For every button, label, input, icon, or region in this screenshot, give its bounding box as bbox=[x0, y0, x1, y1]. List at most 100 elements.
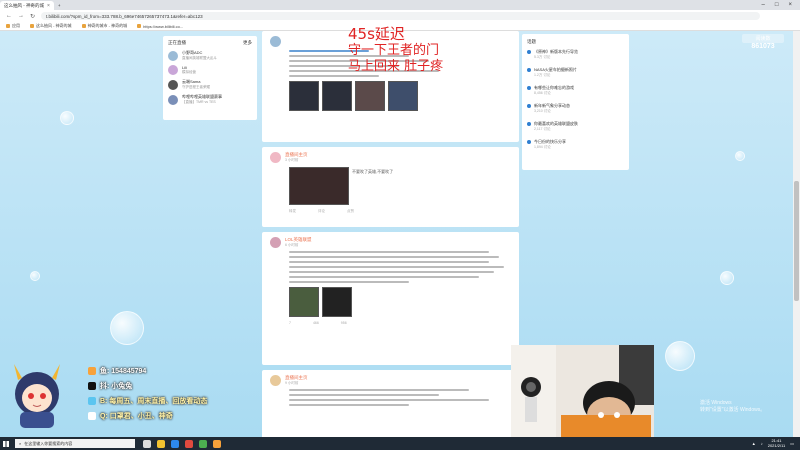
windows-icon bbox=[3, 440, 9, 447]
decor-bubble bbox=[110, 311, 144, 345]
topic-icon bbox=[527, 140, 531, 144]
bookmark-icon bbox=[81, 24, 86, 28]
info-row-qq: Q: 口罩君、小丑、神奇 bbox=[88, 411, 207, 421]
edge-icon[interactable] bbox=[171, 439, 179, 448]
topic-icon bbox=[527, 86, 531, 90]
page-scrollbar[interactable] bbox=[793, 31, 800, 437]
search-icon: ⌕ bbox=[19, 441, 22, 446]
bookmark-icon bbox=[137, 24, 142, 28]
topic-item[interactable]: 新年新气象分享动态 3,210 讨论 bbox=[527, 103, 624, 114]
more-link[interactable]: 更多 bbox=[243, 40, 252, 46]
topic-icon bbox=[527, 104, 531, 108]
post-image[interactable] bbox=[388, 81, 418, 111]
forward-icon[interactable]: → bbox=[18, 13, 24, 19]
douyu-icon bbox=[88, 367, 96, 375]
post-image[interactable] bbox=[322, 81, 352, 111]
task-view-icon[interactable] bbox=[143, 439, 151, 448]
card-title: 正在直播 bbox=[168, 40, 186, 45]
post-image[interactable] bbox=[322, 287, 352, 317]
app-icon[interactable] bbox=[185, 439, 193, 448]
live-item[interactable]: 云端Sama 守护进程王者荣耀 bbox=[168, 79, 252, 90]
live-item[interactable]: 小野哥ADC 直播间英雄联盟大乱斗 bbox=[168, 50, 252, 61]
bookmark-3[interactable]: https://www.bilibili.co... bbox=[137, 24, 183, 29]
tab-title: 这么抽风 - 神奇的城 bbox=[4, 2, 44, 8]
taskbar: ⌕ 在这里输入你要搜索的内容 ▲ ♪ 21:41 2021/2/11 ▭ bbox=[0, 437, 800, 450]
topic-icon bbox=[527, 68, 531, 72]
address-text: t.bilibili.com/?spm_id_from=333.788.b_69… bbox=[46, 13, 203, 19]
feed-post: LOL英雄联盟 6 小时前 7 466 956 bbox=[262, 232, 519, 365]
avatar bbox=[168, 79, 178, 90]
card-title: 话题 bbox=[527, 39, 536, 44]
close-icon[interactable]: × bbox=[47, 3, 50, 9]
like-button[interactable]: 点赞 bbox=[347, 209, 354, 214]
start-button[interactable] bbox=[0, 437, 12, 450]
network-icon[interactable]: ▲ bbox=[752, 441, 756, 446]
bookmark-icon bbox=[30, 24, 34, 28]
topic-item[interactable]: 《原神》新版本先行导览 5.3万 讨论 bbox=[527, 49, 624, 60]
topic-item[interactable]: 你最喜欢的英雄联盟皮肤 2,117 讨论 bbox=[527, 121, 624, 132]
feed-post: 直播间主页 3 小时前 不要吹了英雄,不要吹了 转发 评论 点赞 bbox=[262, 147, 519, 227]
post-image[interactable] bbox=[289, 81, 319, 111]
close-window-icon[interactable]: × bbox=[788, 2, 792, 8]
video-thumbnail[interactable] bbox=[289, 167, 349, 205]
system-tray: ▲ ♪ 21:41 2021/2/11 ▭ bbox=[752, 438, 800, 448]
webcam-feed bbox=[511, 345, 654, 438]
avatar bbox=[270, 36, 281, 47]
info-row-douyin: 抖: 小兔兔 bbox=[88, 381, 207, 391]
maximize-icon[interactable]: □ bbox=[775, 2, 779, 8]
bookmark-2[interactable]: 神奇的城市 - 神奇的城 bbox=[81, 23, 127, 29]
topic-icon bbox=[527, 50, 531, 54]
minimize-icon[interactable]: – bbox=[762, 2, 765, 8]
avatar bbox=[168, 94, 178, 105]
bookmark-apps[interactable]: 应用 bbox=[6, 23, 20, 29]
decor-bubble bbox=[665, 341, 695, 371]
feed-post: 直播间主页 9 小时前 bbox=[262, 370, 519, 437]
post-image[interactable] bbox=[355, 81, 385, 111]
avatar bbox=[270, 237, 281, 248]
browser-toolbar: ← → ↻ t.bilibili.com/?spm_id_from=333.78… bbox=[0, 10, 800, 22]
vtuber-avatar bbox=[14, 364, 60, 428]
topic-item[interactable]: NASA火星车拍摄新照片 1.2万 讨论 bbox=[527, 67, 624, 78]
topic-item[interactable]: 今日份的快乐分享 1,894 讨论 bbox=[527, 139, 624, 150]
topic-item[interactable]: 有哪些让你难忘的游戏 8,456 讨论 bbox=[527, 85, 624, 96]
address-bar[interactable]: t.bilibili.com/?spm_id_from=333.788.b_69… bbox=[41, 12, 760, 20]
topics-card: 话题 《原神》新版本先行导览 5.3万 讨论 NASA火星车拍摄新照片 1.2万 讨… bbox=[522, 34, 629, 170]
clock[interactable]: 21:41 2021/2/11 bbox=[768, 438, 786, 448]
reload-icon[interactable]: ↻ bbox=[30, 13, 35, 20]
live-item[interactable]: Lili 模拟经营 bbox=[168, 65, 252, 75]
taskbar-apps bbox=[143, 439, 221, 448]
topic-icon bbox=[527, 122, 531, 126]
volume-icon[interactable]: ♪ bbox=[761, 441, 763, 446]
post-image[interactable] bbox=[289, 287, 319, 317]
read-counter: 阅读数 861073 bbox=[742, 34, 784, 56]
comment-button[interactable]: 466 bbox=[313, 321, 319, 325]
browser-tab-bar: 这么抽风 - 神奇的城 × + – □ × bbox=[0, 0, 800, 10]
repost-button[interactable]: 7 bbox=[289, 321, 291, 325]
app-icon[interactable] bbox=[213, 439, 221, 448]
notification-icon[interactable]: ▭ bbox=[790, 441, 794, 446]
file-explorer-icon[interactable] bbox=[157, 439, 165, 448]
like-button[interactable]: 956 bbox=[341, 321, 347, 325]
avatar bbox=[270, 152, 281, 163]
qq-icon bbox=[88, 412, 96, 420]
chrome-icon[interactable] bbox=[199, 439, 207, 448]
back-icon[interactable]: ← bbox=[6, 13, 12, 19]
repost-button[interactable]: 转发 bbox=[289, 209, 296, 214]
decor-bubble bbox=[720, 271, 734, 285]
taskbar-search[interactable]: ⌕ 在这里输入你要搜索的内容 bbox=[15, 439, 135, 448]
streamer-info: 鱼: 154845794 抖: 小兔兔 B: 每周五、周末直播、回放看动态 Q:… bbox=[88, 366, 207, 426]
avatar bbox=[168, 65, 178, 75]
live-now-card: 正在直播 更多 小野哥ADC 直播间英雄联盟大乱斗 Lili 模拟经营 云端Sama… bbox=[163, 36, 257, 120]
info-row-bilibili: B: 每周五、周末直播、回放看动态 bbox=[88, 396, 207, 406]
browser-tab-active[interactable]: 这么抽风 - 神奇的城 × bbox=[0, 1, 54, 10]
bookmark-1[interactable]: 这么抽风 - 神奇的城 bbox=[30, 23, 72, 29]
comment-button[interactable]: 评论 bbox=[318, 209, 325, 214]
live-item[interactable]: 哔哩哔哩英雄联盟赛事 【直播】TMR vs TES bbox=[168, 94, 252, 105]
new-tab-button[interactable]: + bbox=[54, 1, 65, 10]
avatar bbox=[270, 375, 281, 386]
windows-activation-watermark: 激活 Windows 转到"设置"以激活 Windows。 bbox=[700, 400, 766, 413]
scroll-thumb[interactable] bbox=[794, 181, 799, 301]
apps-icon bbox=[6, 24, 10, 28]
bilibili-icon bbox=[88, 397, 96, 405]
info-row-douyu: 鱼: 154845794 bbox=[88, 366, 207, 376]
